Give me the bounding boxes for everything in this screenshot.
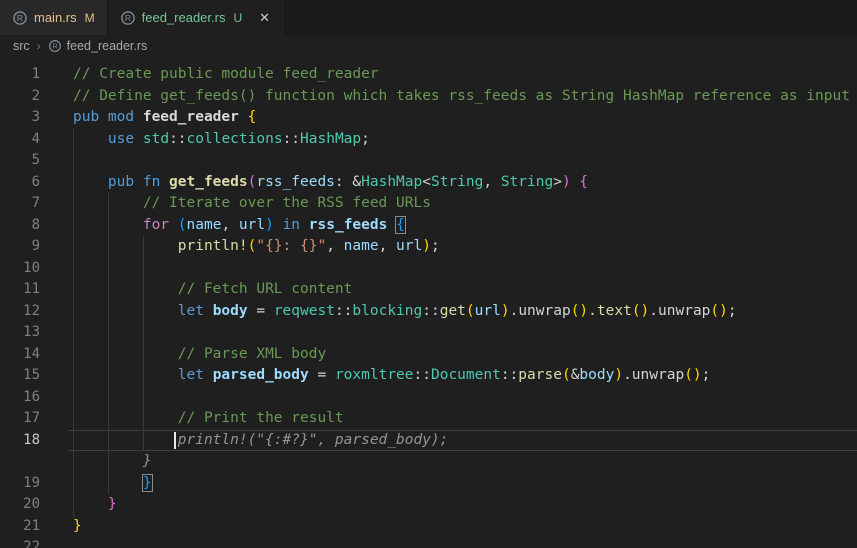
code-line-1[interactable]: 1 // Create public module feed_reader bbox=[0, 64, 857, 86]
line-number[interactable]: 15 bbox=[0, 365, 40, 387]
indent-guide bbox=[143, 257, 144, 279]
rust-icon: R bbox=[13, 10, 27, 25]
indent-guide bbox=[143, 386, 144, 408]
tab-bar-empty-space bbox=[286, 0, 857, 35]
line-number[interactable]: 7 bbox=[0, 193, 40, 215]
ghost-suggestion-line[interactable]: } bbox=[0, 451, 857, 473]
code-line-19[interactable]: 19 } bbox=[0, 472, 857, 495]
code-text: let body = reqwest::blocking::get(url).u… bbox=[177, 302, 737, 319]
code-text: pub fn get_feeds(rss_feeds: &HashMap<Str… bbox=[107, 173, 589, 190]
code-line-16[interactable]: 16 bbox=[0, 386, 857, 409]
line-number[interactable]: 11 bbox=[0, 279, 40, 301]
line-number[interactable]: 13 bbox=[0, 322, 40, 344]
editor-tab-bar: Rmain.rs M Rfeed_reader.rs U ✕ bbox=[0, 0, 857, 35]
code-line-2[interactable]: 2 // Define get_feeds() function which ta… bbox=[0, 86, 857, 108]
text-cursor bbox=[174, 431, 176, 449]
code-text: // Print the result bbox=[177, 410, 344, 426]
tab-feed_reader-rs[interactable]: Rfeed_reader.rs U ✕ bbox=[107, 0, 287, 35]
line-number[interactable]: 14 bbox=[0, 344, 40, 366]
breadcrumb-folder[interactable]: src bbox=[13, 39, 30, 53]
line-number[interactable]: 9 bbox=[0, 236, 40, 258]
tab-main-rs[interactable]: Rmain.rs M bbox=[0, 0, 108, 35]
line-number[interactable]: 4 bbox=[0, 129, 40, 151]
code-text: // Fetch URL content bbox=[177, 281, 353, 297]
indent-guide bbox=[108, 257, 109, 279]
code-line-15[interactable]: 15 let parsed_body = roxmltree::Document… bbox=[0, 365, 857, 387]
code-text: // Define get_feeds() function which tak… bbox=[73, 87, 850, 104]
code-text: println!("{:#?}", parsed_body); bbox=[177, 431, 449, 448]
code-line-4[interactable]: 4 use std::collections::HashMap; bbox=[0, 128, 857, 151]
line-number[interactable]: 22 bbox=[0, 537, 40, 548]
code-line-11[interactable]: 11 // Fetch URL content bbox=[0, 279, 857, 301]
code-line-13[interactable]: 13 bbox=[0, 322, 857, 344]
svg-text:R: R bbox=[17, 13, 23, 23]
code-line-9[interactable]: 9 println!("{}: {}", name, url); bbox=[0, 236, 857, 258]
code-text: // Create public module feed_reader bbox=[73, 66, 379, 82]
code-line-8[interactable]: 8 for (name, url) in rss_feeds { bbox=[0, 214, 857, 237]
code-text: } bbox=[107, 496, 117, 512]
code-line-18[interactable]: 18 println!("{:#?}", parsed_body); bbox=[0, 429, 857, 452]
line-number[interactable]: 19 bbox=[0, 473, 40, 495]
code-line-22[interactable]: 22 bbox=[0, 537, 857, 548]
git-status-badge: U bbox=[233, 10, 243, 25]
code-line-6[interactable]: 6 pub fn get_feeds(rss_feeds: &HashMap<S… bbox=[0, 171, 857, 194]
line-number[interactable]: 18 bbox=[0, 430, 40, 452]
tab-label: main.rs bbox=[34, 10, 77, 25]
breadcrumb-file[interactable]: feed_reader.rs bbox=[67, 39, 148, 53]
close-icon[interactable]: ✕ bbox=[256, 9, 273, 26]
git-status-badge: M bbox=[84, 10, 95, 25]
line-number[interactable]: 17 bbox=[0, 408, 40, 430]
code-text: } bbox=[73, 517, 82, 534]
line-number[interactable]: 3 bbox=[0, 107, 40, 129]
indent-guide bbox=[108, 322, 109, 344]
code-line-12[interactable]: 12 let body = reqwest::blocking::get(url… bbox=[0, 300, 857, 323]
chevron-right-icon: › bbox=[36, 39, 41, 53]
code-text: pub mod feed_reader { bbox=[73, 109, 257, 125]
indent-guide bbox=[143, 322, 144, 344]
rust-icon: R bbox=[120, 10, 135, 25]
vscode-window: Rmain.rs M Rfeed_reader.rs U ✕ src › R feed_… bbox=[0, 0, 857, 548]
line-number[interactable]: 8 bbox=[0, 215, 40, 237]
code-text: let parsed_body = roxmltree::Document::p… bbox=[177, 367, 711, 383]
code-line-5[interactable]: 5 bbox=[0, 150, 857, 172]
code-text: use std::collections::HashMap; bbox=[107, 130, 370, 147]
code-line-10[interactable]: 10 bbox=[0, 257, 857, 280]
code-text: } bbox=[142, 453, 152, 469]
code-text: println!("{}: {}", name, url); bbox=[177, 238, 440, 254]
code-text: for (name, url) in rss_feeds { bbox=[142, 215, 406, 234]
rust-icon: R bbox=[48, 40, 61, 52]
indent-guide bbox=[73, 386, 74, 408]
indent-guide bbox=[73, 257, 74, 279]
indent-guide bbox=[73, 322, 74, 344]
code-line-17[interactable]: 17 // Print the result bbox=[0, 408, 857, 430]
line-number[interactable]: 16 bbox=[0, 387, 40, 409]
line-number[interactable]: 10 bbox=[0, 258, 40, 280]
line-number[interactable]: 2 bbox=[0, 86, 40, 108]
indent-guide bbox=[108, 386, 109, 408]
code-line-21[interactable]: 21} bbox=[0, 516, 857, 538]
line-number[interactable]: 5 bbox=[0, 150, 40, 172]
line-number[interactable]: 12 bbox=[0, 301, 40, 323]
line-number[interactable]: 6 bbox=[0, 172, 40, 194]
code-line-3[interactable]: 3 pub mod feed_reader { bbox=[0, 107, 857, 129]
svg-text:R: R bbox=[52, 42, 58, 51]
line-number[interactable]: 20 bbox=[0, 494, 40, 516]
tab-label: feed_reader.rs bbox=[141, 10, 226, 25]
breadcrumb: src › R feed_reader.rs bbox=[0, 35, 857, 57]
code-text: // Parse XML body bbox=[177, 345, 327, 362]
code-editor[interactable]: 1 // Create public module feed_reader 2 // … bbox=[0, 57, 857, 548]
code-line-20[interactable]: 20 } bbox=[0, 494, 857, 516]
line-number[interactable]: 1 bbox=[0, 64, 40, 86]
code-text: // Iterate over the RSS feed URLs bbox=[142, 195, 431, 211]
line-number[interactable]: 21 bbox=[0, 516, 40, 538]
svg-text:R: R bbox=[125, 13, 131, 23]
code-line-7[interactable]: 7 // Iterate over the RSS feed URLs bbox=[0, 193, 857, 215]
code-text: } bbox=[141, 473, 153, 492]
indent-guide bbox=[73, 150, 74, 172]
code-line-14[interactable]: 14 // Parse XML body bbox=[0, 343, 857, 366]
